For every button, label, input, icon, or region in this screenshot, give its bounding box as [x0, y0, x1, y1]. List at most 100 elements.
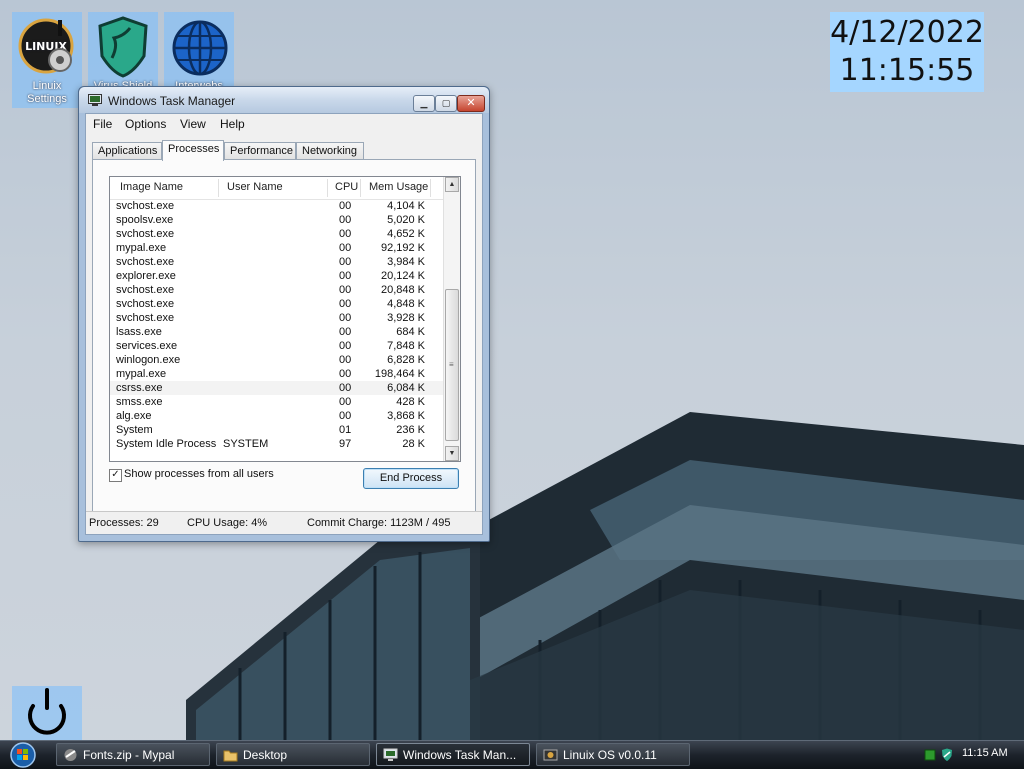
process-cpu: 00 — [339, 410, 352, 422]
process-list[interactable]: Image Name User Name CPU Mem Usage svcho… — [109, 176, 461, 462]
process-cpu: 00 — [339, 368, 352, 380]
process-cpu: 00 — [339, 256, 352, 268]
process-cpu: 00 — [339, 298, 352, 310]
status-bar: Processes: 29 CPU Usage: 4% Commit Charg… — [86, 511, 482, 534]
browser-icon — [64, 749, 77, 761]
menu-help[interactable]: Help — [220, 117, 245, 131]
power-icon — [28, 688, 66, 735]
process-mem-usage: 198,464 K — [374, 368, 425, 380]
processes-panel: Image Name User Name CPU Mem Usage svcho… — [92, 159, 476, 531]
process-mem-usage: 4,652 K — [387, 228, 425, 240]
process-row[interactable]: mypal.exe 00 92,192 K — [110, 241, 443, 255]
tab-processes[interactable]: Processes — [162, 140, 224, 161]
process-row[interactable]: svchost.exe 00 20,848 K — [110, 283, 443, 297]
clock-time: 11:15:55 — [839, 53, 975, 88]
taskmgr-icon — [383, 748, 398, 761]
tab-applications[interactable]: Applications — [92, 142, 162, 159]
column-cpu[interactable]: CPU — [335, 181, 358, 193]
show-all-users-label[interactable]: Show processes from all users — [124, 468, 274, 480]
process-list-scrollbar[interactable]: ▲ ≡ ▼ — [443, 177, 460, 461]
shield-icon — [98, 16, 148, 78]
process-list-header: Image Name User Name CPU Mem Usage — [110, 177, 443, 200]
process-mem-usage: 684 K — [396, 326, 425, 338]
process-cpu: 00 — [339, 382, 352, 394]
process-row[interactable]: mypal.exe 00 198,464 K — [110, 367, 443, 381]
process-row[interactable]: System Idle Process SYSTEM 97 28 K — [110, 437, 443, 451]
taskmgr-icon — [88, 94, 102, 106]
start-button[interactable] — [4, 741, 38, 769]
window-title: Windows Task Manager — [108, 94, 236, 108]
process-cpu: 00 — [339, 340, 352, 352]
process-mem-usage: 20,848 K — [380, 284, 425, 296]
status-processes: Processes: 29 — [89, 517, 159, 529]
process-image-name: System Idle Process — [116, 438, 217, 450]
taskbar-button-desktop[interactable]: Desktop — [216, 743, 370, 766]
process-cpu: 00 — [339, 284, 352, 296]
title-bar[interactable]: Windows Task Manager ▁ ▢ ✕ — [79, 87, 489, 113]
maximize-button[interactable]: ▢ — [435, 95, 457, 112]
column-user-name[interactable]: User Name — [227, 181, 283, 193]
tab-networking[interactable]: Networking — [296, 142, 364, 159]
process-cpu: 00 — [339, 214, 352, 226]
security-shield-icon[interactable] — [940, 748, 954, 762]
column-mem-usage[interactable]: Mem Usage — [369, 181, 428, 193]
process-row[interactable]: svchost.exe 00 4,848 K — [110, 297, 443, 311]
scroll-down-button[interactable]: ▼ — [445, 446, 459, 461]
process-row[interactable]: svchost.exe 00 4,104 K — [110, 199, 443, 213]
process-row[interactable]: explorer.exe 00 20,124 K — [110, 269, 443, 283]
process-row[interactable]: svchost.exe 00 4,652 K — [110, 227, 443, 241]
process-row[interactable]: winlogon.exe 00 6,828 K — [110, 353, 443, 367]
process-cpu: 00 — [339, 228, 352, 240]
folder-icon — [223, 750, 238, 762]
status-commit-charge: Commit Charge: 1123M / 495 — [307, 517, 451, 529]
taskbar-button-mypal[interactable]: Fonts.zip - Mypal — [56, 743, 210, 766]
process-mem-usage: 3,868 K — [387, 410, 425, 422]
taskbar-button-label: Windows Task Man... — [403, 748, 517, 762]
process-image-name: lsass.exe — [116, 326, 162, 338]
process-cpu: 00 — [339, 270, 352, 282]
show-all-users-checkbox[interactable]: ✓ — [109, 469, 122, 482]
process-row[interactable]: System 01 236 K — [110, 423, 443, 437]
system-tray: 11:15 AM — [918, 741, 1024, 769]
network-status-icon[interactable] — [924, 749, 936, 761]
process-cpu: 00 — [339, 326, 352, 338]
menu-file[interactable]: File — [93, 117, 112, 131]
power-button[interactable] — [12, 686, 82, 740]
desktop-icon-linuix-settings[interactable]: LINUIX Linuix Settings — [12, 12, 82, 108]
process-row[interactable]: smss.exe 00 428 K — [110, 395, 443, 409]
process-image-name: svchost.exe — [116, 312, 175, 324]
end-process-button[interactable]: End Process — [363, 468, 459, 489]
scroll-thumb[interactable]: ≡ — [445, 289, 459, 441]
linuix-settings-icon: LINUIX — [18, 18, 74, 74]
process-mem-usage: 4,848 K — [387, 298, 425, 310]
process-mem-usage: 3,984 K — [387, 256, 425, 268]
close-button[interactable]: ✕ — [457, 95, 485, 112]
menu-view[interactable]: View — [180, 117, 206, 131]
process-row[interactable]: spoolsv.exe 00 5,020 K — [110, 213, 443, 227]
process-mem-usage: 7,848 K — [387, 340, 425, 352]
taskbar: Fonts.zip - Mypal Desktop Windows Task M… — [0, 740, 1024, 769]
column-image-name[interactable]: Image Name — [120, 181, 183, 193]
linuix-icon — [543, 749, 558, 761]
tab-strip: Applications Processes Performance Netwo… — [92, 140, 476, 161]
taskbar-button-linuix-os[interactable]: Linuix OS v0.0.11 — [536, 743, 690, 766]
process-row[interactable]: svchost.exe 00 3,928 K — [110, 311, 443, 325]
process-image-name: winlogon.exe — [116, 354, 181, 366]
tab-performance[interactable]: Performance — [224, 142, 296, 159]
taskbar-button-task-manager[interactable]: Windows Task Man... — [376, 743, 530, 766]
scroll-up-button[interactable]: ▲ — [445, 177, 459, 192]
taskbar-clock[interactable]: 11:15 AM — [962, 747, 1008, 759]
process-row[interactable]: services.exe 00 7,848 K — [110, 339, 443, 353]
process-image-name: svchost.exe — [116, 298, 175, 310]
process-image-name: System — [116, 424, 153, 436]
process-row[interactable]: alg.exe 00 3,868 K — [110, 409, 443, 423]
process-row[interactable]: lsass.exe 00 684 K — [110, 325, 443, 339]
process-image-name: explorer.exe — [116, 270, 176, 282]
process-mem-usage: 5,020 K — [387, 214, 425, 226]
process-row[interactable]: svchost.exe 00 3,984 K — [110, 255, 443, 269]
process-row[interactable]: csrss.exe 00 6,084 K — [110, 381, 443, 395]
minimize-button[interactable]: ▁ — [413, 95, 435, 112]
process-mem-usage: 3,928 K — [387, 312, 425, 324]
process-image-name: alg.exe — [116, 410, 152, 422]
menu-options[interactable]: Options — [125, 117, 166, 131]
